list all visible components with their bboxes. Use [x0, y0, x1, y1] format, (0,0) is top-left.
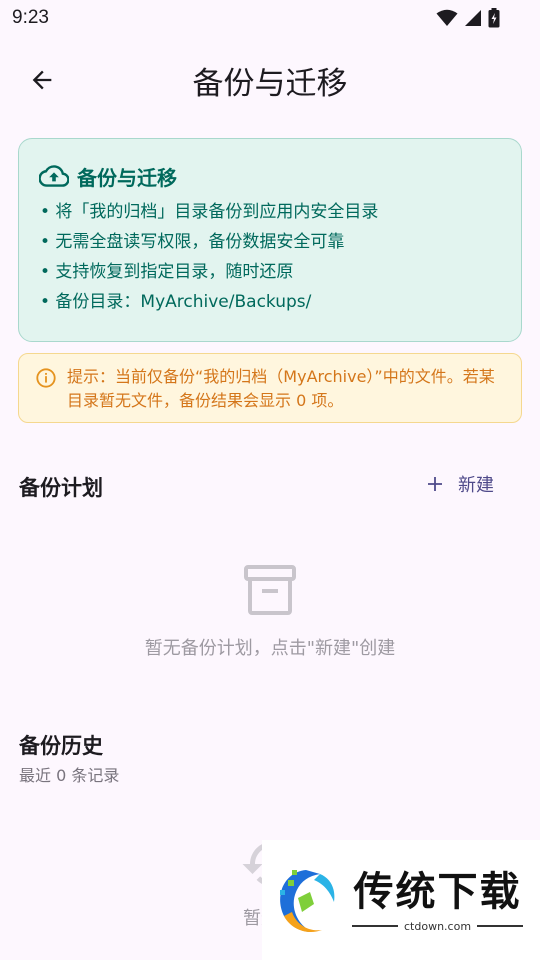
- wifi-icon: [436, 9, 458, 26]
- info-line: • 备份目录：MyArchive/Backups/: [40, 292, 312, 312]
- warning-card: 提示：当前仅备份“我的归档（MyArchive）”中的文件。若某目录暂无文件，备…: [18, 353, 522, 423]
- plans-empty-state: 暂无备份计划，点击"新建"创建: [0, 562, 540, 660]
- status-time: 9:23: [12, 7, 49, 28]
- cell-signal-icon: [465, 10, 481, 26]
- info-card: 备份与迁移 • 将「我的归档」目录备份到应用内安全目录 • 无需全盘读写权限，备…: [18, 138, 522, 342]
- watermark-title: 传统下载: [353, 868, 522, 915]
- watermark-url-row: ctdown.com: [352, 919, 524, 933]
- warning-text: 提示：当前仅备份“我的归档（MyArchive）”中的文件。若某目录暂无文件，备…: [67, 367, 495, 410]
- history-subtitle: 最近 0 条记录: [19, 766, 120, 785]
- info-line: • 将「我的归档」目录备份到应用内安全目录: [40, 202, 379, 222]
- archive-icon: [244, 565, 296, 615]
- plans-empty-text: 暂无备份计划，点击"新建"创建: [144, 638, 396, 659]
- info-card-header: 备份与迁移: [39, 161, 501, 191]
- info-circle-icon: [36, 368, 56, 388]
- info-card-title: 备份与迁移: [77, 165, 177, 190]
- info-line: • 无需全盘读写权限，备份数据安全可靠: [40, 232, 345, 252]
- status-bar: 9:23: [0, 0, 540, 36]
- new-plan-label: 新建: [458, 475, 494, 496]
- new-plan-button[interactable]: 新建: [426, 470, 494, 498]
- status-icons: [436, 8, 500, 28]
- info-card-lines: • 将「我的归档」目录备份到应用内安全目录 • 无需全盘读写权限，备份数据安全可…: [39, 197, 501, 317]
- plus-icon: [428, 477, 442, 491]
- watermark-url: ctdown.com: [404, 919, 472, 933]
- watermark-text: 传统下载 ctdown.com: [352, 868, 524, 933]
- info-line: • 支持恢复到指定目录，随时还原: [40, 262, 294, 282]
- app-bar: 备份与迁移: [0, 40, 540, 116]
- history-section-title: 备份历史: [19, 734, 103, 758]
- watermark-overlay: 传统下载 ctdown.com: [262, 840, 540, 960]
- cloud-upload-icon: [39, 165, 69, 187]
- page-title: 备份与迁移: [192, 66, 348, 102]
- plans-section-title: 备份计划: [19, 476, 103, 500]
- battery-icon: [488, 8, 500, 28]
- ctdown-logo-icon: [280, 870, 335, 933]
